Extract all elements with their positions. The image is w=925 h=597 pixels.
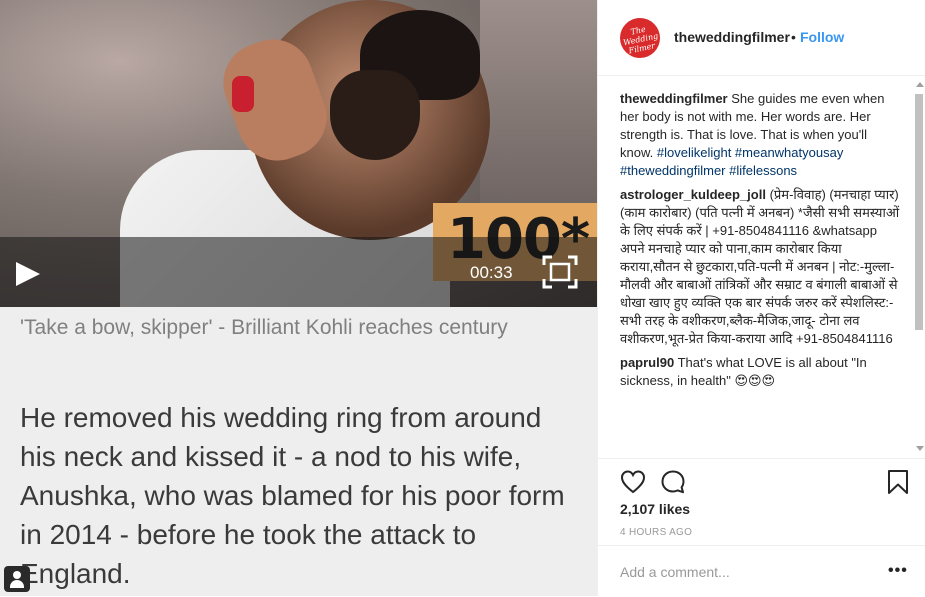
- bookmark-icon[interactable]: [886, 469, 910, 495]
- fullscreen-icon[interactable]: [542, 255, 578, 289]
- post-header: The Wedding Filmer theweddingfilmer • Fo…: [598, 0, 925, 76]
- user-icon[interactable]: [4, 566, 30, 592]
- scrollbar-thumb[interactable]: [915, 94, 923, 330]
- comment-user[interactable]: theweddingfilmer: [620, 91, 728, 106]
- follow-button[interactable]: Follow: [800, 29, 844, 45]
- comment-icon[interactable]: [660, 469, 686, 495]
- add-comment-section: •••: [598, 545, 925, 597]
- video-timer: 00:33: [470, 263, 513, 282]
- comments-list[interactable]: theweddingfilmer She guides me even when…: [620, 90, 900, 456]
- video-post[interactable]: 100* 00:33 'Take a bow, skipper' - Brill…: [0, 0, 597, 596]
- crowd-background: [480, 0, 597, 210]
- player-beard: [330, 70, 420, 160]
- comments-scrollbar[interactable]: [914, 80, 924, 458]
- action-bar: 2,107 likes 4 HOURS AGO: [598, 458, 925, 549]
- avatar[interactable]: The Wedding Filmer: [620, 18, 660, 58]
- comment-user[interactable]: astrologer_kuldeep_joll: [620, 187, 766, 202]
- scroll-up-icon[interactable]: [916, 82, 924, 87]
- post-time[interactable]: 4 HOURS AGO: [620, 527, 692, 538]
- comment-text: (प्रेम-विवाह) (मनचाहा प्यार) (काम कारोबा…: [620, 187, 900, 346]
- scroll-down-icon[interactable]: [916, 446, 924, 451]
- post-handle[interactable]: theweddingfilmer: [674, 29, 790, 45]
- comment-item: theweddingfilmer She guides me even when…: [620, 90, 900, 180]
- separator-dot: •: [791, 29, 796, 45]
- likes-count[interactable]: 2,107 likes: [620, 501, 690, 517]
- comment-item: astrologer_kuldeep_joll (प्रेम-विवाह) (म…: [620, 186, 900, 348]
- video-frame[interactable]: 100*: [0, 0, 597, 307]
- quote-text: He removed his wedding ring from around …: [20, 402, 565, 589]
- avatar-logo-text: The Wedding Filmer: [622, 24, 659, 56]
- comment-hashtags[interactable]: #lovelikelight #meanwhatyousay #theweddi…: [620, 145, 843, 178]
- comment-user[interactable]: paprul90: [620, 355, 674, 370]
- wristband: [232, 76, 254, 112]
- play-icon[interactable]: [16, 262, 40, 286]
- heart-icon[interactable]: [620, 469, 646, 495]
- comment-item: paprul90 That's what LOVE is all about "…: [620, 354, 900, 390]
- add-comment-input[interactable]: [620, 564, 860, 580]
- post-panel: The Wedding Filmer theweddingfilmer • Fo…: [597, 0, 925, 596]
- video-caption: 'Take a bow, skipper' - Brilliant Kohli …: [20, 316, 508, 339]
- more-options-icon[interactable]: •••: [888, 562, 908, 580]
